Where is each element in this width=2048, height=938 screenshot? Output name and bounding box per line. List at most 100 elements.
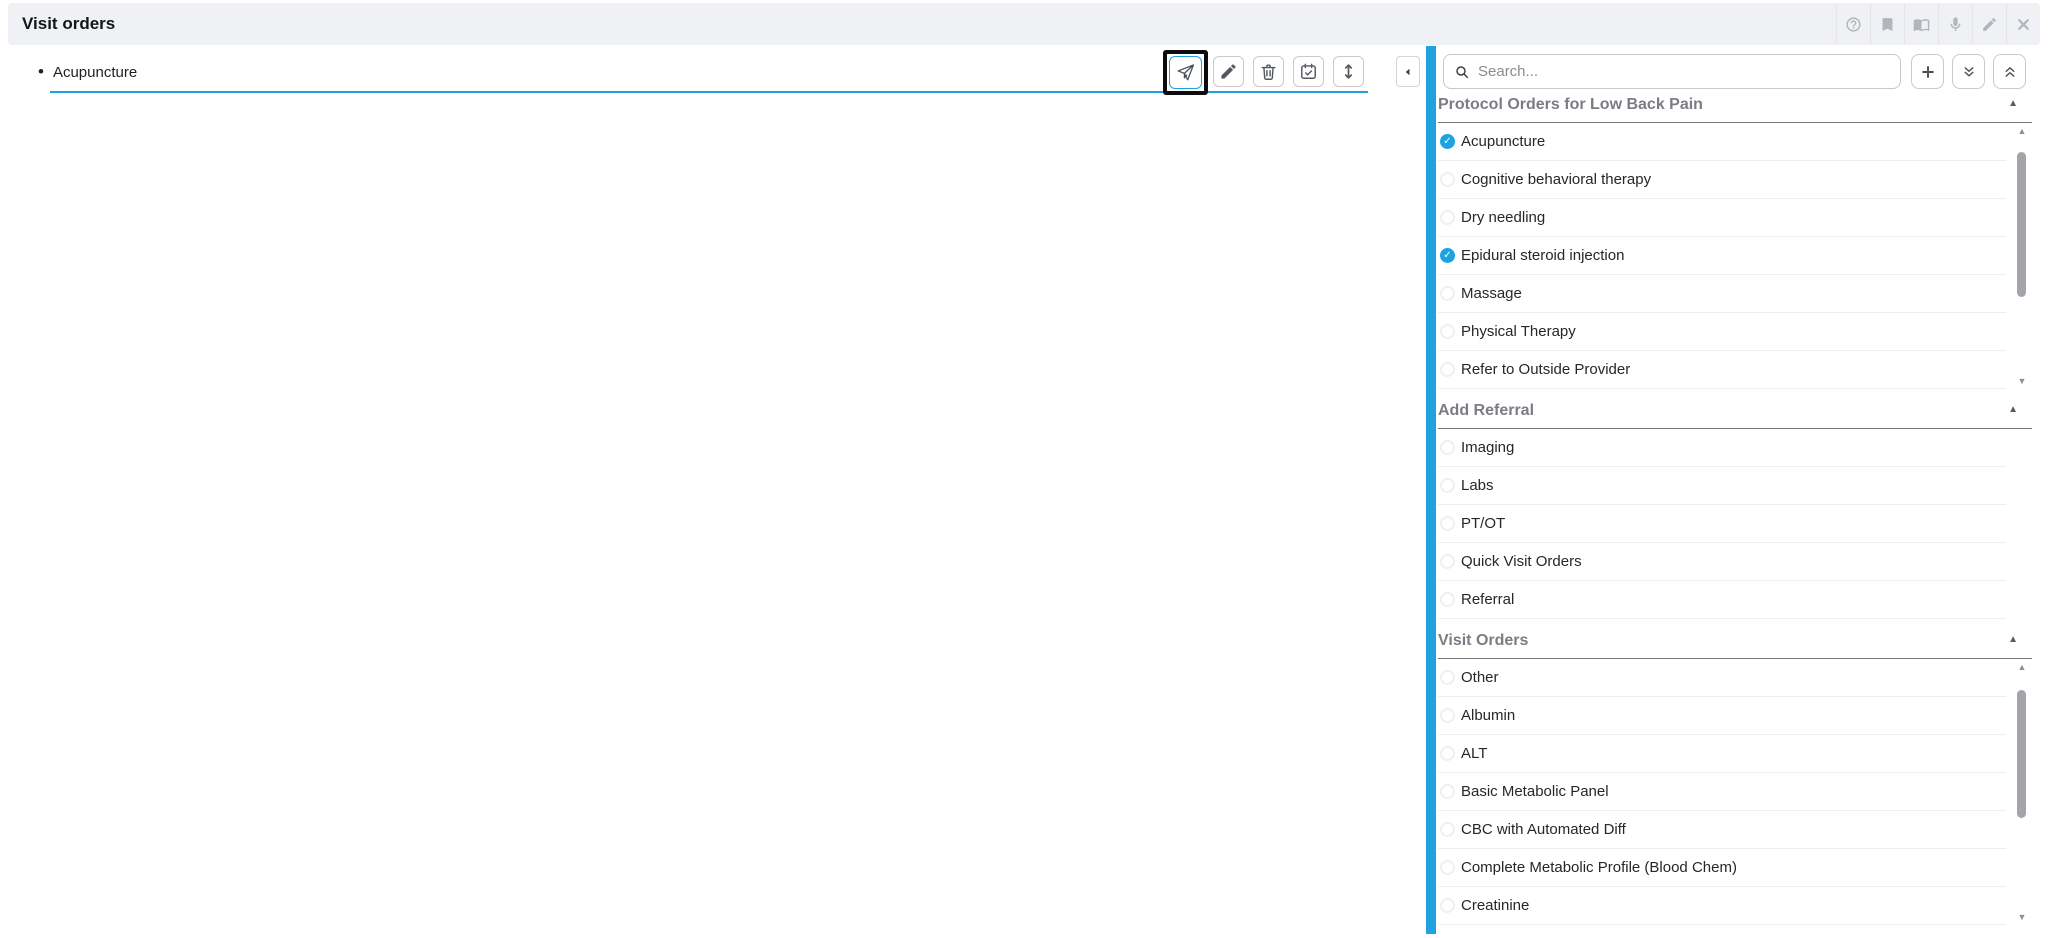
unchecked-circle-icon: [1440, 708, 1455, 723]
order-list-item[interactable]: Imaging: [1438, 429, 2006, 467]
section-rows: Other Albumin ALT Basic Metabolic Panel CBC …: [1438, 659, 2006, 925]
search-row: [1438, 54, 2032, 89]
order-item-label: Acupuncture: [1461, 133, 1545, 150]
collapse-panel-button[interactable]: [1396, 56, 1420, 87]
scrollbar-thumb[interactable]: [2017, 690, 2026, 818]
section-title: Add Referral: [1438, 402, 1534, 420]
unchecked-circle-icon: [1440, 172, 1455, 187]
unchecked-circle-icon: [1440, 478, 1455, 493]
scrollbar-thumb[interactable]: [2017, 152, 2026, 297]
help-icon[interactable]: [1836, 3, 1870, 45]
order-list-item[interactable]: Physical Therapy: [1438, 313, 2006, 351]
expand-all-button[interactable]: [1952, 54, 1985, 89]
section-items: Acupuncture Cognitive behavioral therapy D…: [1438, 123, 2032, 389]
order-item-label: Dry needling: [1461, 209, 1545, 226]
order-item-label: Epidural steroid injection: [1461, 247, 1624, 264]
edit-order-button[interactable]: [1213, 56, 1244, 87]
trash-icon: [1259, 62, 1278, 81]
order-item-label: Quick Visit Orders: [1461, 553, 1582, 570]
unchecked-circle-icon: [1440, 362, 1455, 377]
scroll-down-icon[interactable]: [2014, 912, 2030, 922]
unchecked-circle-icon: [1440, 440, 1455, 455]
add-order-button[interactable]: [1911, 54, 1944, 89]
close-icon[interactable]: [2006, 3, 2040, 45]
scroll-down-icon[interactable]: [2014, 376, 2030, 386]
collapse-all-button[interactable]: [1993, 54, 2026, 89]
order-list-item[interactable]: CBC with Automated Diff: [1438, 811, 2006, 849]
order-list-item[interactable]: Basic Metabolic Panel: [1438, 773, 2006, 811]
order-list-item[interactable]: Cognitive behavioral therapy: [1438, 161, 2006, 199]
schedule-order-button[interactable]: [1293, 56, 1324, 87]
search-input[interactable]: [1478, 63, 1890, 80]
order-section: Protocol Orders for Low Back Pain Acupunc…: [1438, 96, 2032, 389]
section-header: Visit Orders: [1438, 632, 2032, 659]
section-title: Protocol Orders for Low Back Pain: [1438, 96, 1703, 114]
order-item-label: PT/OT: [1461, 515, 1505, 532]
order-list-item[interactable]: Referral: [1438, 581, 2006, 619]
book-icon[interactable]: [1904, 3, 1938, 45]
search-box[interactable]: [1443, 54, 1901, 89]
order-list-item[interactable]: Dry needling: [1438, 199, 2006, 237]
collapse-section-icon[interactable]: [2008, 404, 2018, 415]
order-sections: Protocol Orders for Low Back Pain Acupunc…: [1438, 96, 2032, 925]
order-picker-panel: Protocol Orders for Low Back Pain Acupunc…: [1438, 54, 2032, 938]
order-item-label: Basic Metabolic Panel: [1461, 783, 1609, 800]
titlebar-toolbar: [1836, 3, 2040, 45]
send-order-button[interactable]: [1169, 56, 1202, 89]
vertical-arrows-icon: [1339, 62, 1358, 81]
bookmark-icon[interactable]: [1870, 3, 1904, 45]
paper-plane-icon: [1176, 63, 1195, 82]
unchecked-circle-icon: [1440, 784, 1455, 799]
order-list-item[interactable]: Acupuncture: [1438, 123, 2006, 161]
order-item-label: Massage: [1461, 285, 1522, 302]
unchecked-circle-icon: [1440, 822, 1455, 837]
order-list-item[interactable]: Epidural steroid injection: [1438, 237, 2006, 275]
unchecked-circle-icon: [1440, 860, 1455, 875]
section-rows: Acupuncture Cognitive behavioral therapy D…: [1438, 123, 2006, 389]
unchecked-circle-icon: [1440, 554, 1455, 569]
order-list-item[interactable]: Labs: [1438, 467, 2006, 505]
order-item-label: CBC with Automated Diff: [1461, 821, 1626, 838]
order-list-item[interactable]: Massage: [1438, 275, 2006, 313]
collapse-section-icon[interactable]: [2008, 98, 2018, 109]
unchecked-circle-icon: [1440, 324, 1455, 339]
checked-icon: [1440, 248, 1455, 263]
collapse-all-icon: [2001, 63, 2019, 81]
section-header: Protocol Orders for Low Back Pain: [1438, 96, 2032, 123]
delete-order-button[interactable]: [1253, 56, 1284, 87]
order-item-label: Complete Metabolic Profile (Blood Chem): [1461, 859, 1737, 876]
order-item-label: Albumin: [1461, 707, 1515, 724]
order-list-item[interactable]: PT/OT: [1438, 505, 2006, 543]
unchecked-circle-icon: [1440, 592, 1455, 607]
order-item-label: Labs: [1461, 477, 1494, 494]
section-scrollbar[interactable]: [2014, 662, 2030, 922]
order-list-item[interactable]: ALT: [1438, 735, 2006, 773]
unchecked-circle-icon: [1440, 210, 1455, 225]
pencil-icon[interactable]: [1972, 3, 2006, 45]
order-list-item[interactable]: Complete Metabolic Profile (Blood Chem): [1438, 849, 2006, 887]
panel-accent-bar: [1426, 46, 1436, 934]
section-header: Add Referral: [1438, 402, 2032, 429]
collapse-section-icon[interactable]: [2008, 634, 2018, 645]
section-rows: Imaging Labs PT/OT Quick Visit Orders Referr…: [1438, 429, 2006, 619]
section-title: Visit Orders: [1438, 632, 1528, 650]
order-item-label: Physical Therapy: [1461, 323, 1576, 340]
titlebar: Visit orders: [8, 3, 2040, 45]
add-icon: [1919, 63, 1937, 81]
microphone-icon[interactable]: [1938, 3, 1972, 45]
scroll-up-icon[interactable]: [2014, 126, 2030, 136]
order-item-label: Imaging: [1461, 439, 1514, 456]
scroll-up-icon[interactable]: [2014, 662, 2030, 672]
order-item-label: Cognitive behavioral therapy: [1461, 171, 1651, 188]
visit-order-row[interactable]: Acupuncture: [38, 62, 137, 82]
section-scrollbar[interactable]: [2014, 126, 2030, 386]
order-list-item[interactable]: Quick Visit Orders: [1438, 543, 2006, 581]
order-list-item[interactable]: Other: [1438, 659, 2006, 697]
search-icon: [1454, 64, 1470, 80]
reorder-order-button[interactable]: [1333, 56, 1364, 87]
order-list-item[interactable]: Creatinine: [1438, 887, 2006, 925]
highlighted-target-box: [1163, 50, 1208, 95]
order-list-item[interactable]: Albumin: [1438, 697, 2006, 735]
bullet-icon: [38, 62, 44, 82]
order-list-item[interactable]: Refer to Outside Provider: [1438, 351, 2006, 389]
